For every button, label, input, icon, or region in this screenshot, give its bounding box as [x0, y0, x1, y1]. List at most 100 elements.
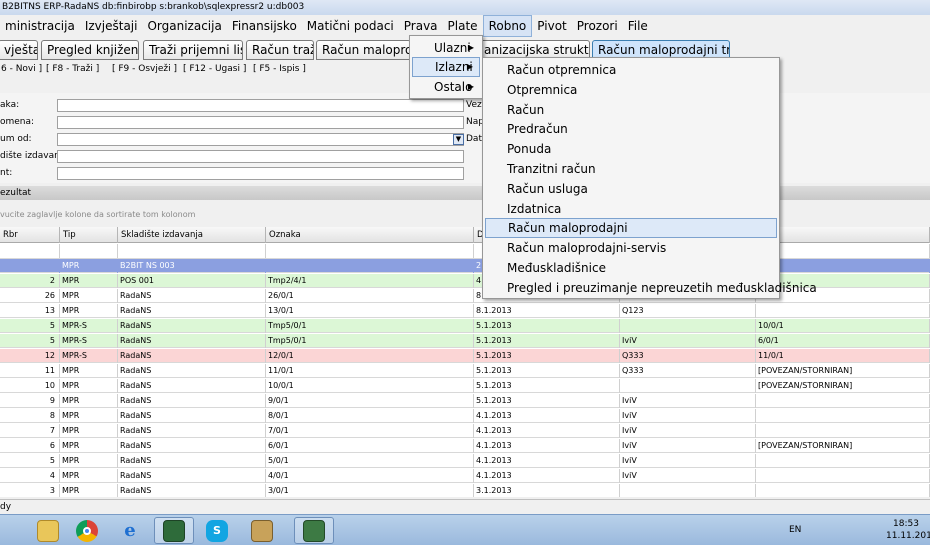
table-row[interactable]: 12 MPR-S RadaNS 12/0/1 5.1.2013 Q333 11/0/1	[0, 349, 930, 363]
taskbar-tools[interactable]	[242, 517, 282, 544]
menu-item-račun-otpremnica[interactable]: Račun otpremnica	[485, 60, 777, 80]
menu-item-pregled-i-preuzimanje-nepreuzetih-međuskladišnica[interactable]: Pregled i preuzimanje nepreuzetih međusk…	[485, 278, 817, 298]
table-cell-ozn: 3/0/1	[266, 484, 474, 497]
table-row[interactable]: 6 MPR RadaNS 6/0/1 4.1.2013 IviV [POVEZAN/STOR…	[0, 439, 930, 453]
table-cell-rbr: 11	[0, 364, 60, 378]
col-header-rbr[interactable]: Rbr	[0, 227, 60, 243]
tab-trazi-prijemni-list[interactable]: Traži prijemni list	[143, 40, 243, 60]
menu-item-predračun[interactable]: Predračun	[485, 119, 777, 139]
filter-oznaka-input[interactable]	[57, 99, 464, 112]
menu-administracija[interactable]: ministracija	[0, 15, 80, 37]
filter-datum-od-input[interactable]	[57, 133, 464, 146]
table-row[interactable]: 3 MPR RadaNS 3/0/1 3.1.2013	[0, 484, 930, 497]
grid-filter-row[interactable]	[0, 244, 930, 259]
table-cell-c7: [POVEZAN/STORNIRAN]	[756, 439, 930, 453]
shortcut-novi[interactable]: 6 - Novi ]	[1, 62, 42, 76]
menu-item-račun-maloprodajni[interactable]: Račun maloprodajni	[485, 218, 777, 239]
table-cell-c7	[756, 259, 930, 273]
tab-racun-trazi[interactable]: Račun traži	[246, 40, 314, 60]
table-cell-dat: 4.1.2013	[474, 469, 620, 483]
menu-item-ulazni[interactable]: Ulazni ▶	[412, 38, 480, 58]
menu-item-međuskladišnice[interactable]: Međuskladišnice	[485, 258, 777, 278]
menu-prava[interactable]: Prava	[399, 15, 443, 37]
start-button[interactable]	[0, 517, 10, 544]
menu-item-label: Račun maloprodajni-servis	[507, 241, 667, 256]
table-cell-tip: MPR	[60, 439, 118, 453]
table-row[interactable]: 9 MPR RadaNS 9/0/1 5.1.2013 IviV	[0, 394, 930, 408]
menu-robno[interactable]: Robno	[482, 15, 533, 37]
table-cell-dat: 5.1.2013	[474, 364, 620, 378]
language-indicator[interactable]: EN	[789, 515, 801, 545]
table-row[interactable]: 8 MPR RadaNS 8/0/1 4.1.2013 IviV	[0, 409, 930, 423]
taskbar-chrome[interactable]	[67, 517, 107, 544]
taskbar-skype[interactable]: S	[197, 517, 237, 544]
skype-icon: S	[206, 519, 228, 542]
menu-item-otpremnica[interactable]: Otpremnica	[485, 80, 777, 100]
group-hint: vucite zaglavlje kolone da sortirate tom…	[0, 210, 196, 219]
menu-plate[interactable]: Plate	[443, 15, 483, 37]
table-cell-c7: 6/0/1	[756, 334, 930, 348]
taskbar-ie[interactable]: e	[110, 517, 150, 544]
table-row[interactable]: 5 MPR RadaNS 5/0/1 4.1.2013 IviV	[0, 454, 930, 468]
menu-item-račun[interactable]: Račun	[485, 100, 777, 120]
menu-organizacija[interactable]: Organizacija	[142, 15, 226, 37]
col-header-7[interactable]	[756, 227, 930, 243]
table-row[interactable]: 7 MPR RadaNS 7/0/1 4.1.2013 IviV	[0, 424, 930, 438]
col-header-oznaka[interactable]: Oznaka	[266, 227, 474, 243]
menu-item-label: Račun maloprodajni	[508, 221, 628, 236]
menu-item-izdatnica[interactable]: Izdatnica	[485, 199, 777, 219]
menu-item-račun-maloprodajni-servis[interactable]: Račun maloprodajni-servis	[485, 238, 777, 258]
filter-label-oznaka: aka:	[0, 100, 20, 110]
filter-napomena-input[interactable]	[57, 116, 464, 129]
tab-izvjestaji[interactable]: vještaji	[0, 40, 38, 60]
menu-item-izlazni[interactable]: Izlazni ▶	[412, 57, 480, 77]
table-cell-tip: MPR	[60, 274, 118, 288]
menu-prozori[interactable]: Prozori	[572, 15, 623, 37]
table-cell-c6: IviV	[620, 439, 756, 453]
table-cell-dat: 5.1.2013	[474, 334, 620, 348]
tab-racun-maloprodajni[interactable]: Račun maloprodaj	[316, 40, 411, 60]
menu-pivot[interactable]: Pivot	[532, 15, 571, 37]
shortcut-trazi[interactable]: [ F8 - Traži ]	[46, 62, 99, 76]
table-row[interactable]: 4 MPR RadaNS 4/0/1 4.1.2013 IviV	[0, 469, 930, 483]
taskbar-app[interactable]	[294, 517, 334, 544]
taskbar-folder[interactable]	[28, 517, 68, 544]
tab-pregled-knjizenja[interactable]: Pregled knjiženja	[41, 40, 139, 60]
table-cell-ozn	[266, 259, 474, 273]
filter-skladiste-input[interactable]	[57, 150, 464, 163]
menu-item-ponuda[interactable]: Ponuda	[485, 139, 777, 159]
table-row[interactable]: 13 MPR RadaNS 13/0/1 8.1.2013 Q123	[0, 304, 930, 318]
table-cell-tip: MPR	[60, 484, 118, 497]
shortcut-ugasi[interactable]: [ F12 - Ugasi ]	[183, 62, 246, 76]
table-row[interactable]: 5 MPR-S RadaNS Tmp5/0/1 5.1.2013 10/0/1	[0, 319, 930, 333]
menu-item-label: Otpremnica	[507, 82, 578, 97]
taskbar-clock[interactable]: 18:53 11.11.201	[886, 518, 930, 542]
table-cell-c7	[756, 484, 930, 497]
table-cell-c7	[756, 454, 930, 468]
status-text: dy	[0, 502, 12, 512]
shortcut-osvjezi[interactable]: [ F9 - Osvježi ]	[112, 62, 177, 76]
filter-row: omena:	[0, 114, 470, 130]
menu-item-label: Tranzitni račun	[507, 162, 596, 176]
menu-izvjestaji[interactable]: Izvještaji	[80, 15, 143, 37]
table-row[interactable]: MPR B2BIT NS 003 2	[0, 259, 930, 273]
table-row[interactable]: 10 MPR RadaNS 10/0/1 5.1.2013 [POVEZAN/STORNI…	[0, 379, 930, 393]
filter-klijent-input[interactable]	[57, 167, 464, 180]
menu-item-ostalo[interactable]: Ostalo ▶	[412, 77, 480, 97]
menu-file[interactable]: File	[623, 15, 653, 37]
menu-item-tranzitni-račun[interactable]: Tranzitni račun	[485, 159, 777, 179]
col-header-tip[interactable]: Tip	[60, 227, 118, 243]
chevron-down-icon[interactable]: ▼	[453, 134, 464, 145]
menu-finansijsko[interactable]: Finansijsko	[227, 15, 302, 37]
col-header-skladiste[interactable]: Skladište izdavanja	[118, 227, 266, 243]
menu-maticni-podaci[interactable]: Matični podaci	[302, 15, 399, 37]
menu-item-račun-usluga[interactable]: Račun usluga	[485, 179, 777, 199]
filter-row: dište izdavanja:	[0, 148, 470, 164]
table-cell-tip: MPR	[60, 379, 118, 393]
table-cell-tip: MPR	[60, 289, 118, 303]
chrome-icon	[76, 519, 98, 542]
table-row[interactable]: 11 MPR RadaNS 11/0/1 5.1.2013 Q333 [POVEZAN/ST…	[0, 364, 930, 378]
table-row[interactable]: 5 MPR-S RadaNS Tmp5/0/1 5.1.2013 IviV 6/0/1	[0, 334, 930, 348]
shortcut-ispis[interactable]: [ F5 - Ispis ]	[253, 62, 306, 76]
taskbar-erp[interactable]	[154, 517, 194, 544]
